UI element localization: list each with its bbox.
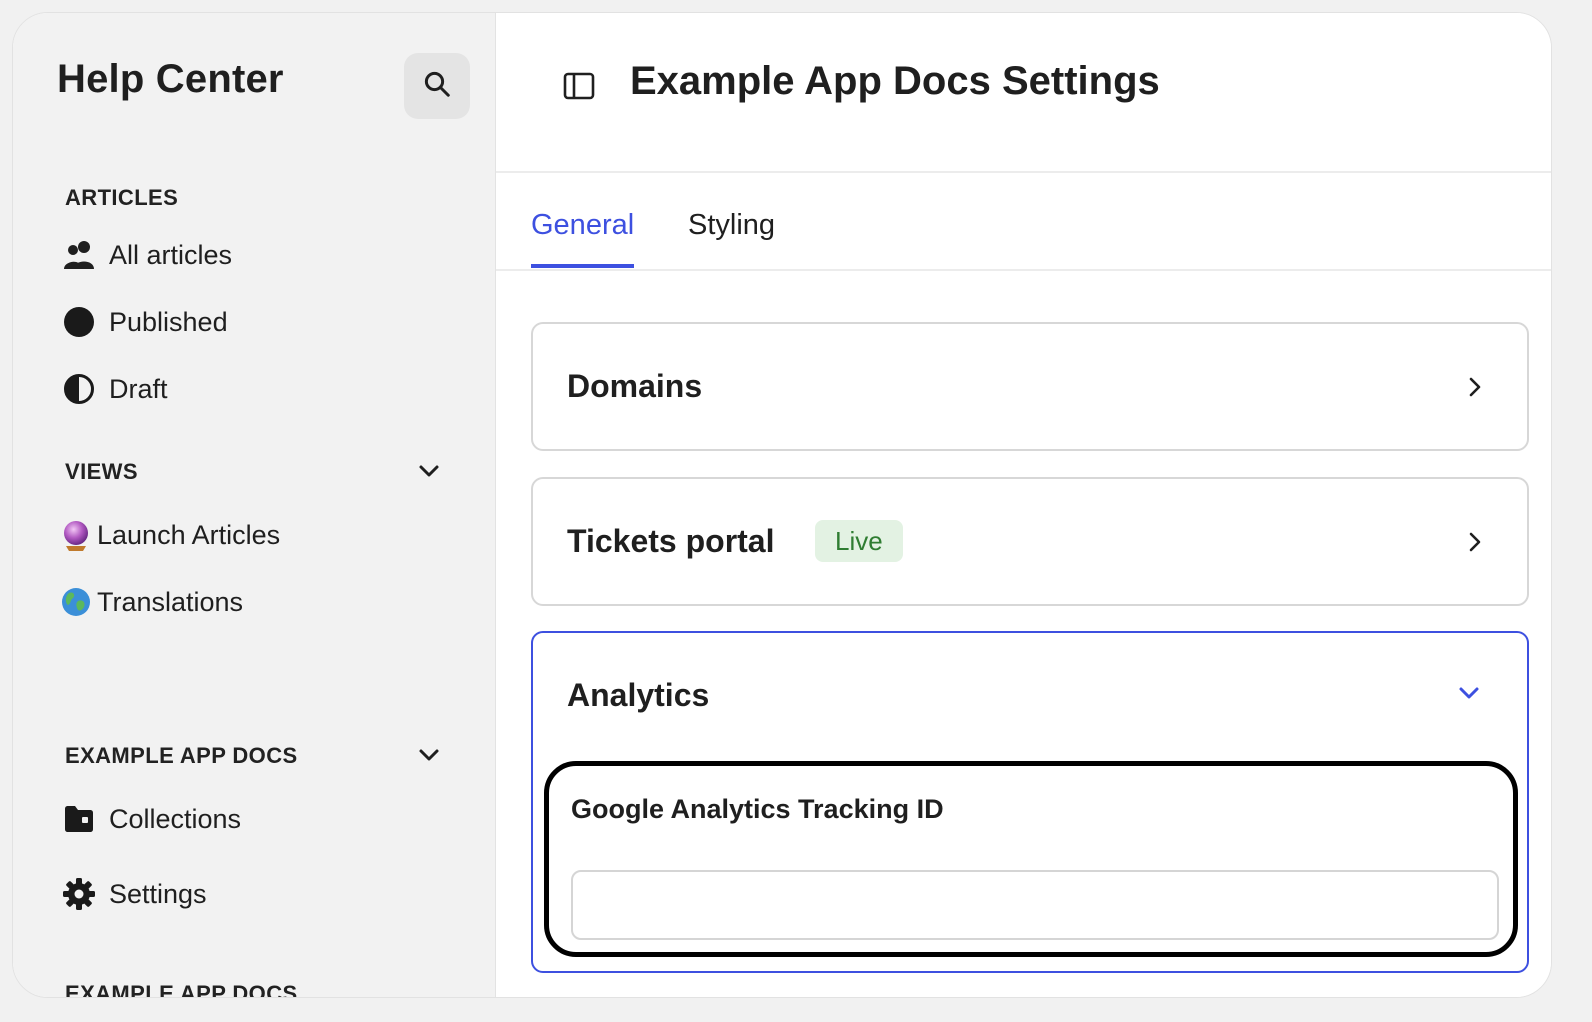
- filled-circle-icon: [59, 302, 99, 342]
- sidebar-item-label: Draft: [109, 373, 168, 404]
- tickets-portal-card[interactable]: Tickets portal Live: [531, 477, 1529, 606]
- search-button[interactable]: [404, 53, 470, 119]
- sidebar-toggle-icon: [563, 72, 595, 105]
- chevron-down-icon[interactable]: [1457, 681, 1481, 705]
- sidebar-item-label: All articles: [109, 239, 233, 270]
- half-circle-icon: [59, 369, 99, 409]
- sidebar-item-published[interactable]: Published: [59, 300, 228, 344]
- main-content: Example App Docs Settings General Stylin…: [496, 13, 1551, 997]
- analytics-card: Analytics Google Analytics Tracking ID: [531, 631, 1529, 973]
- sidebar: Help Center ARTICLES All articles Publis…: [13, 13, 496, 997]
- sidebar-item-draft[interactable]: Draft: [59, 367, 168, 411]
- sidebar-item-label: Launch Articles: [97, 519, 281, 550]
- tracking-id-input[interactable]: [571, 870, 1499, 940]
- tracking-id-label: Google Analytics Tracking ID: [571, 794, 944, 824]
- people-icon: [59, 235, 99, 275]
- status-badge: Live: [815, 520, 903, 562]
- tracking-id-section: Google Analytics Tracking ID: [544, 761, 1518, 957]
- sidebar-item-label: Published: [109, 306, 228, 337]
- section-header-example-app-docs: EXAMPLE APP DOCS: [65, 743, 298, 768]
- chevron-down-icon[interactable]: [417, 459, 441, 483]
- tab-general[interactable]: General: [531, 209, 635, 268]
- page-title: Example App Docs Settings: [630, 59, 1160, 103]
- search-icon: [422, 69, 452, 104]
- section-header-cutoff: EXAMPLE APP DOCS: [65, 981, 298, 997]
- tab-styling[interactable]: Styling: [688, 209, 775, 264]
- section-header-articles: ARTICLES: [65, 185, 179, 210]
- chevron-right-icon: [1463, 375, 1487, 399]
- domains-card[interactable]: Domains: [531, 322, 1529, 451]
- app-window: Help Center ARTICLES All articles Publis…: [12, 12, 1552, 998]
- domains-card-title: Domains: [567, 368, 703, 404]
- chevron-down-icon[interactable]: [417, 743, 441, 767]
- chevron-right-icon: [1463, 530, 1487, 554]
- sidebar-item-label: Translations: [97, 586, 244, 617]
- folder-icon: [59, 799, 99, 839]
- sidebar-toggle-button[interactable]: [560, 69, 598, 107]
- app-title: Help Center: [57, 57, 284, 101]
- globe-icon: [61, 587, 91, 617]
- gear-icon: [59, 874, 99, 914]
- sidebar-item-settings[interactable]: Settings: [59, 872, 207, 916]
- crystal-ball-icon: [61, 520, 91, 551]
- sidebar-item-label: Collections: [109, 803, 242, 834]
- sidebar-item-label: Settings: [109, 878, 207, 909]
- sidebar-item-all-articles[interactable]: All articles: [59, 233, 232, 277]
- tab-bar: General Styling: [496, 173, 1551, 271]
- top-bar: Example App Docs Settings: [496, 13, 1551, 173]
- analytics-card-title[interactable]: Analytics: [567, 677, 709, 714]
- section-header-views: VIEWS: [65, 459, 138, 484]
- sidebar-item-launch-articles[interactable]: Launch Articles: [61, 513, 280, 557]
- sidebar-item-collections[interactable]: Collections: [59, 797, 241, 841]
- sidebar-item-translations[interactable]: Translations: [61, 580, 243, 624]
- tickets-portal-card-title: Tickets portal: [567, 523, 775, 559]
